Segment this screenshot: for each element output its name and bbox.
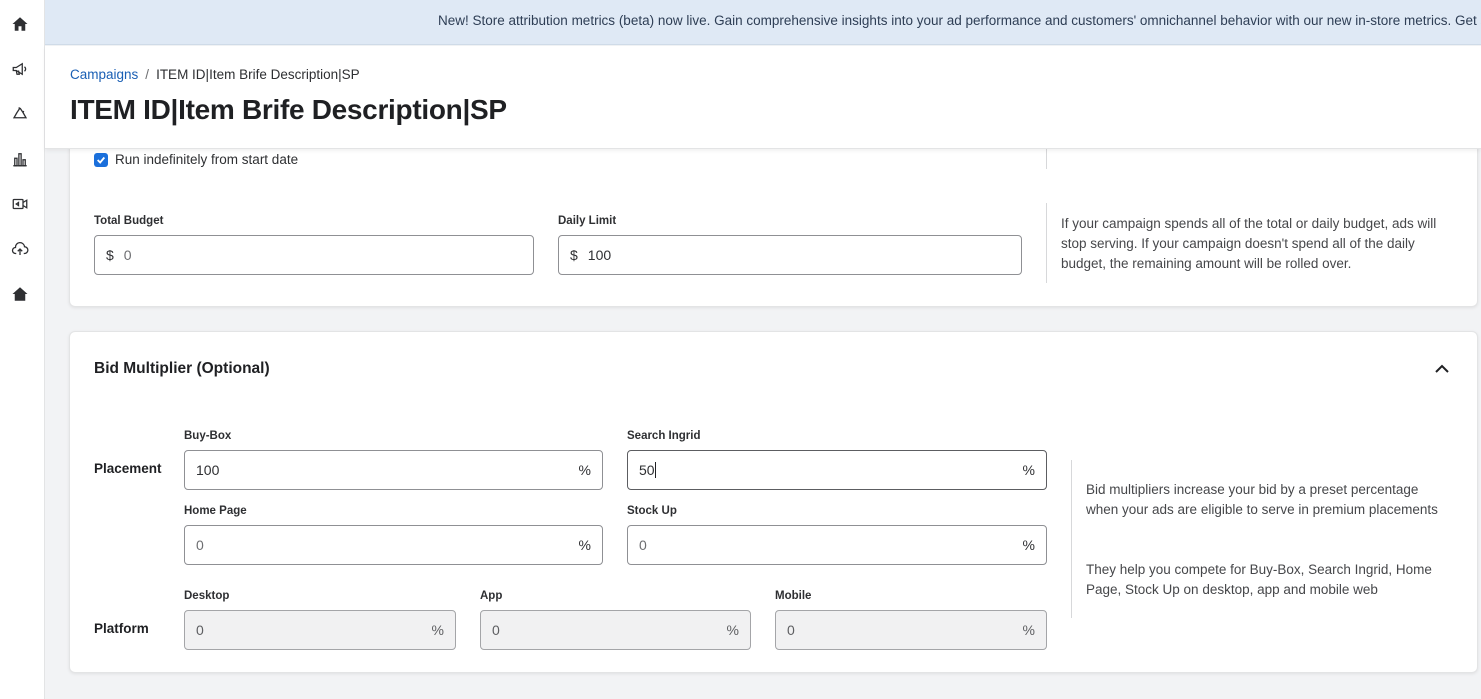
app-label: App xyxy=(480,590,503,602)
buy-box-value: 100 xyxy=(196,462,220,478)
budget-help-text: If your campaign spends all of the total… xyxy=(1061,216,1437,271)
cloud-upload-icon[interactable] xyxy=(10,239,30,259)
chevron-up-icon xyxy=(1435,364,1449,373)
percent-suffix: % xyxy=(431,622,444,638)
breadcrumb-current: ITEM ID|Item Brife Description|SP xyxy=(156,67,360,82)
divider xyxy=(1046,203,1047,283)
text-cursor xyxy=(654,462,656,478)
stock-up-value: 0 xyxy=(639,537,647,553)
page-title: ITEM ID|Item Brife Description|SP xyxy=(70,94,507,125)
percent-suffix: % xyxy=(1022,537,1035,553)
currency-prefix: $ xyxy=(106,247,114,263)
recycle-icon[interactable] xyxy=(10,104,30,124)
run-indefinitely-checkbox[interactable] xyxy=(94,152,108,167)
desktop-value: 0 xyxy=(196,622,204,638)
checkmark-icon xyxy=(97,156,106,164)
daily-limit-input[interactable]: $ 100 xyxy=(558,235,1022,275)
desktop-input[interactable]: 0 % xyxy=(184,610,456,650)
breadcrumb-separator: / xyxy=(145,67,150,82)
search-ingrid-input[interactable]: 50 % xyxy=(627,450,1047,490)
home-page-value: 0 xyxy=(196,537,204,553)
mobile-input[interactable]: 0 % xyxy=(775,610,1047,650)
stock-up-label: Stock Up xyxy=(627,505,677,517)
announcement-banner: New! Store attribution metrics (beta) no… xyxy=(45,0,1481,45)
daily-limit-value: 100 xyxy=(587,247,612,263)
placement-label: Placement xyxy=(94,461,162,476)
desktop-label: Desktop xyxy=(184,590,230,602)
bid-multiplier-card: Bid Multiplier (Optional) Placement Buy-… xyxy=(69,331,1478,673)
home-icon[interactable] xyxy=(10,14,30,34)
stock-up-input[interactable]: 0 % xyxy=(627,525,1047,565)
divider xyxy=(1071,460,1072,618)
page-header: Campaigns / ITEM ID|Item Brife Description… xyxy=(45,46,1481,149)
breadcrumb-campaigns-link[interactable]: Campaigns xyxy=(70,67,138,82)
run-indefinitely-label: Run indefinitely from start date xyxy=(115,152,299,167)
daily-limit-label: Daily Limit xyxy=(558,215,617,227)
currency-prefix: $ xyxy=(570,247,578,263)
home-page-input[interactable]: 0 % xyxy=(184,525,603,565)
buy-box-label: Buy-Box xyxy=(184,430,232,442)
platform-label: Platform xyxy=(94,621,149,636)
run-indefinitely-row[interactable]: Run indefinitely from start date xyxy=(94,152,298,167)
store-home-icon[interactable] xyxy=(10,284,30,304)
banner-text: New! Store attribution metrics (beta) no… xyxy=(438,13,1481,28)
app-value: 0 xyxy=(492,622,500,638)
video-camera-icon[interactable] xyxy=(10,194,30,214)
mobile-value: 0 xyxy=(787,622,795,638)
megaphone-icon[interactable] xyxy=(10,59,30,79)
bid-multiplier-title: Bid Multiplier (Optional) xyxy=(94,360,270,377)
search-ingrid-value: 50 xyxy=(639,462,655,478)
bar-chart-icon[interactable] xyxy=(10,149,30,169)
percent-suffix: % xyxy=(578,462,591,478)
percent-suffix: % xyxy=(578,537,591,553)
search-ingrid-label: Search Ingrid xyxy=(627,430,701,442)
percent-suffix: % xyxy=(1022,462,1035,478)
total-budget-input[interactable]: $ 0 xyxy=(94,235,534,275)
collapse-button[interactable] xyxy=(1432,359,1452,379)
breadcrumb: Campaigns / ITEM ID|Item Brife Description… xyxy=(70,67,360,82)
bid-help-text-2: They help you compete for Buy-Box, Searc… xyxy=(1086,562,1432,597)
budget-card: Run indefinitely from start date Total B… xyxy=(69,140,1478,307)
total-budget-value: 0 xyxy=(123,247,132,263)
buy-box-input[interactable]: 100 % xyxy=(184,450,603,490)
bid-help-text-1: Bid multipliers increase your bid by a p… xyxy=(1086,482,1438,517)
home-page-label: Home Page xyxy=(184,505,247,517)
percent-suffix: % xyxy=(726,622,739,638)
mobile-label: Mobile xyxy=(775,590,812,602)
total-budget-label: Total Budget xyxy=(94,215,164,227)
left-sidebar xyxy=(0,0,45,699)
percent-suffix: % xyxy=(1022,622,1035,638)
app-input[interactable]: 0 % xyxy=(480,610,751,650)
